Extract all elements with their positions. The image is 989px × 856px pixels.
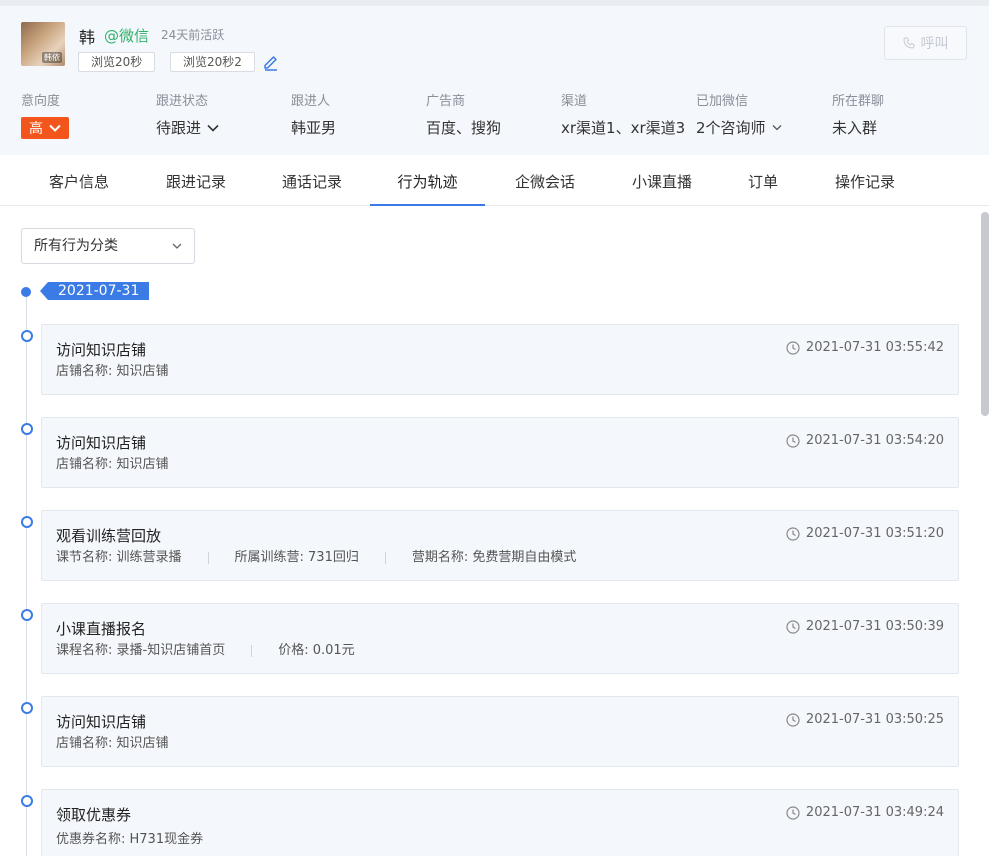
event-time: 2021-07-31 03:50:39 — [805, 619, 944, 634]
advertiser-value: 百度、搜狗 — [426, 119, 502, 137]
tab-behavior-track[interactable]: 行为轨迹 — [370, 155, 485, 206]
call-button[interactable]: 呼叫 — [884, 26, 967, 60]
tab-wecom-chat[interactable]: 企微会话 — [487, 155, 603, 206]
field-advertiser: 广告商 百度、搜狗 — [426, 90, 501, 138]
intent-level-value: 高 — [29, 121, 43, 137]
field-label: 渠道 — [561, 94, 588, 109]
field-label: 跟进状态 — [156, 94, 209, 109]
behavior-category-value: 所有行为分类 — [34, 238, 118, 254]
timeline-line — [26, 291, 27, 856]
customer-header: 韩依 韩 @微信 24天前活跃 浏览20秒 浏览20秒2 呼叫 意向度 高 跟进… — [0, 6, 989, 155]
timeline-date-tag: 2021-07-31 — [40, 282, 150, 300]
timeline-node — [21, 609, 33, 621]
divider — [207, 551, 209, 564]
intent-level-dropdown[interactable]: 高 — [21, 117, 69, 139]
event-detail: 课节名称: 训练营录播 — [56, 550, 182, 565]
tab-bar: 客户信息 跟进记录 通话记录 行为轨迹 企微会话 小课直播 订单 操作记录 — [0, 155, 989, 206]
divider — [384, 551, 386, 564]
last-active: 24天前活跃 — [161, 28, 225, 42]
event-time: 2021-07-31 03:54:20 — [805, 433, 944, 448]
clock-icon — [786, 712, 800, 727]
timeline-event: 访问知识店铺 店铺名称: 知识店铺 2021-07-31 03:54:20 — [41, 417, 959, 488]
event-time: 2021-07-31 03:49:24 — [805, 805, 944, 820]
field-group-chat: 所在群聊 未入群 — [832, 90, 884, 138]
group-chat-value: 未入群 — [832, 119, 878, 137]
field-label: 已加微信 — [696, 94, 749, 109]
event-detail: 店铺名称: 知识店铺 — [56, 736, 169, 751]
event-title: 访问知识店铺 — [56, 434, 147, 452]
event-title: 小课直播报名 — [56, 620, 147, 638]
clock-icon — [786, 805, 800, 820]
event-detail: 价格: 0.01元 — [278, 643, 355, 658]
wechat-added-value: 2个咨询师 — [696, 119, 766, 137]
event-title: 观看训练营回放 — [56, 527, 162, 545]
tag-chip[interactable]: 浏览20秒2 — [170, 52, 255, 72]
follow-status-value: 待跟进 — [156, 119, 202, 137]
tab-follow-records[interactable]: 跟进记录 — [138, 155, 254, 206]
timeline-node — [21, 423, 33, 435]
timeline-event: 领取优惠券 优惠券名称: H731现金券 2021-07-31 03:49:24 — [41, 789, 959, 856]
timeline-event: 访问知识店铺 店铺名称: 知识店铺 2021-07-31 03:50:25 — [41, 696, 959, 767]
source-label: @微信 — [104, 27, 150, 45]
chevron-down-icon — [207, 124, 219, 132]
behavior-category-select[interactable]: 所有行为分类 — [21, 228, 195, 264]
field-label: 意向度 — [21, 94, 61, 109]
event-time: 2021-07-31 03:50:25 — [805, 712, 944, 727]
scrollbar-thumb[interactable] — [981, 212, 989, 416]
field-label: 跟进人 — [291, 94, 331, 109]
field-intent: 意向度 高 — [21, 90, 69, 139]
divider — [251, 644, 253, 657]
event-detail: 营期名称: 免费营期自由模式 — [411, 550, 577, 565]
wechat-consultants-dropdown[interactable]: 2个咨询师 — [696, 117, 782, 138]
field-label: 所在群聊 — [832, 94, 885, 109]
chevron-down-icon — [772, 125, 782, 131]
event-detail: 店铺名称: 知识店铺 — [56, 364, 169, 379]
tab-operation-log[interactable]: 操作记录 — [806, 155, 924, 206]
customer-name: 韩 — [79, 28, 96, 47]
event-title: 访问知识店铺 — [56, 713, 147, 731]
follow-status-dropdown[interactable]: 待跟进 — [156, 117, 219, 138]
clock-icon — [786, 340, 800, 355]
call-label: 呼叫 — [920, 36, 949, 52]
chevron-down-icon — [172, 243, 182, 249]
event-detail: 课程名称: 录播-知识店铺首页 — [56, 643, 226, 658]
tab-orders[interactable]: 订单 — [720, 155, 806, 206]
event-detail: 优惠券名称: H731现金券 — [56, 832, 204, 847]
clock-icon — [786, 433, 800, 448]
timeline-node — [21, 702, 33, 714]
field-label: 广告商 — [426, 94, 466, 109]
field-owner: 跟进人 韩亚男 — [291, 90, 336, 138]
clock-icon — [786, 526, 800, 541]
event-title: 访问知识店铺 — [56, 341, 147, 359]
tab-call-records[interactable]: 通话记录 — [254, 155, 370, 206]
field-channel: 渠道 xr渠道1、xr渠道3 — [561, 90, 685, 138]
timeline-node — [21, 795, 33, 807]
event-time: 2021-07-31 03:51:20 — [805, 526, 944, 541]
chevron-down-icon — [49, 124, 61, 132]
phone-icon — [902, 37, 914, 49]
avatar[interactable]: 韩依 — [21, 22, 65, 66]
edit-tags-icon[interactable] — [262, 53, 280, 71]
field-follow-status: 跟进状态 待跟进 — [156, 90, 219, 138]
event-time: 2021-07-31 03:55:42 — [805, 340, 944, 355]
tab-live-class[interactable]: 小课直播 — [604, 155, 720, 206]
channel-value: xr渠道1、xr渠道3 — [561, 119, 686, 137]
timeline-date-dot — [21, 287, 31, 297]
clock-icon — [786, 619, 800, 634]
timeline-node — [21, 516, 33, 528]
avatar-tag: 韩依 — [42, 52, 62, 63]
active-tab-indicator — [370, 204, 485, 206]
event-title: 领取优惠券 — [56, 806, 132, 824]
event-detail: 店铺名称: 知识店铺 — [56, 457, 169, 472]
owner-value: 韩亚男 — [291, 119, 337, 137]
timeline-node — [21, 330, 33, 342]
timeline-event: 观看训练营回放 课节名称: 训练营录播 所属训练营: 731回归 营期名称: 免费营… — [41, 510, 959, 581]
event-detail: 所属训练营: 731回归 — [234, 550, 359, 565]
tag-chip[interactable]: 浏览20秒 — [78, 52, 156, 72]
tab-customer-info[interactable]: 客户信息 — [21, 155, 137, 206]
timeline-event: 小课直播报名 课程名称: 录播-知识店铺首页 价格: 0.01元 2021-07-… — [41, 603, 959, 674]
timeline-event: 访问知识店铺 店铺名称: 知识店铺 2021-07-31 03:55:42 — [41, 324, 959, 395]
field-wechat-added: 已加微信 2个咨询师 — [696, 90, 782, 138]
